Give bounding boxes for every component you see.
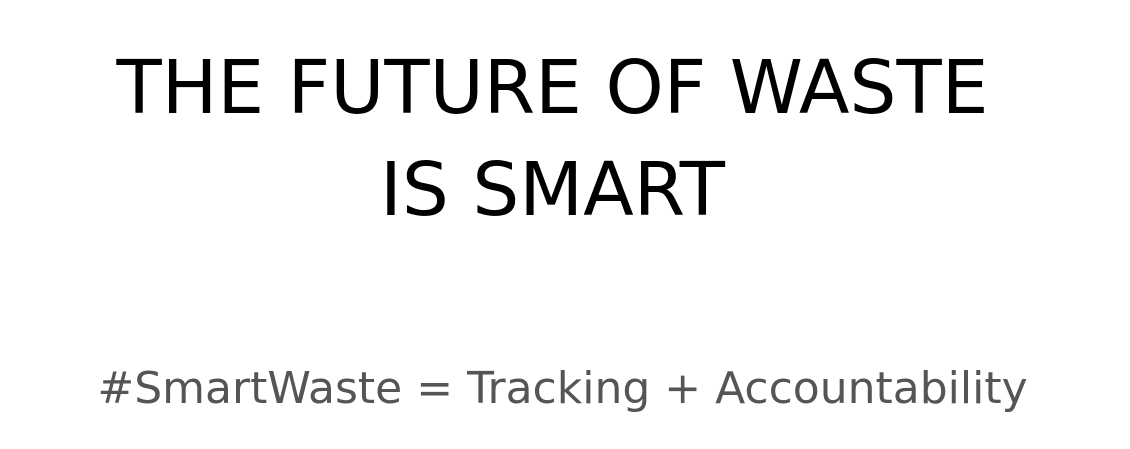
- tagline: #SmartWaste = Tracking + Accountability: [97, 363, 1028, 414]
- slide: THE FUTURE OF WASTE IS SMART #SmartWaste…: [0, 0, 1130, 449]
- headline-line-2: IS SMART: [380, 147, 725, 233]
- headline-line-1: THE FUTURE OF WASTE: [116, 45, 989, 131]
